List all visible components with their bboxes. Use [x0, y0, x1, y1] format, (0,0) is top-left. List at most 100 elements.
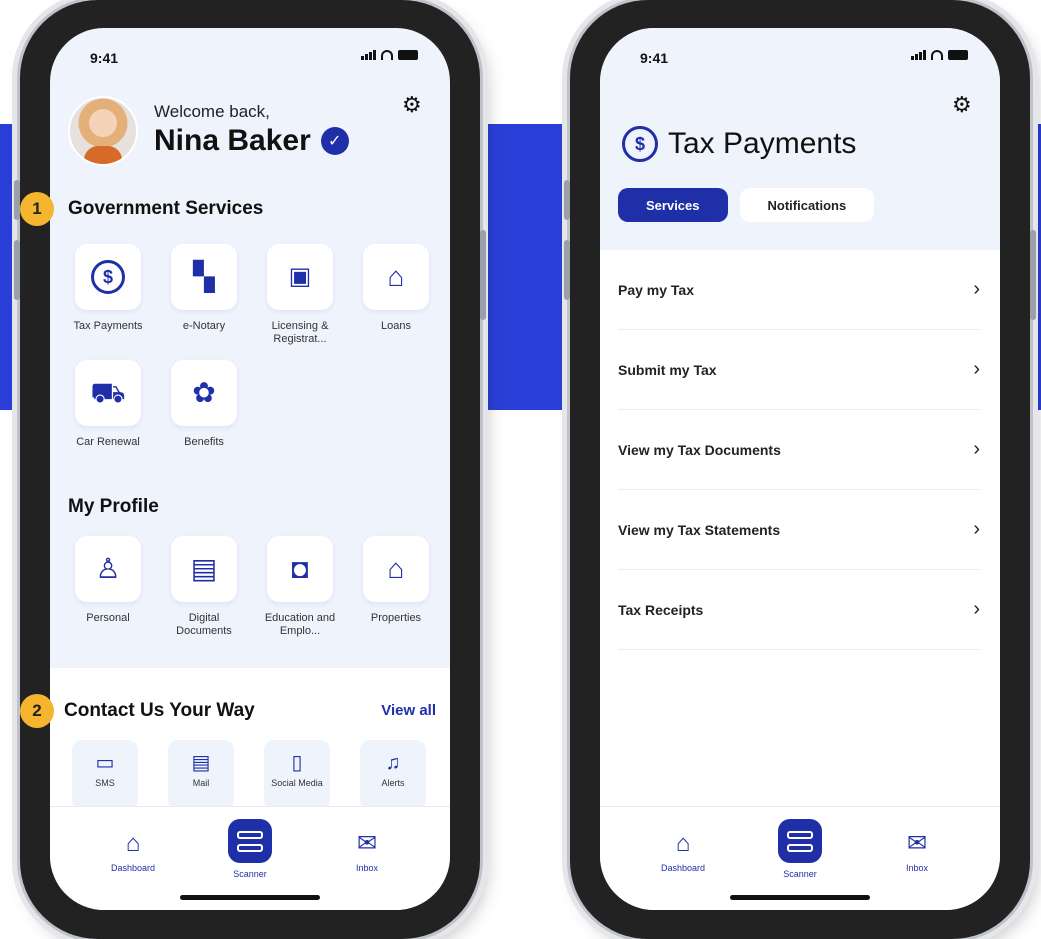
battery-icon: [948, 50, 968, 60]
service-label: Tax Payments: [73, 320, 143, 332]
contact-label: SMS: [95, 778, 115, 788]
signal-icon: [361, 50, 376, 60]
home-icon: ⌂: [125, 830, 141, 857]
nav-label: Scanner: [233, 869, 267, 879]
contact-title: Contact Us Your Way: [64, 700, 255, 721]
chevron-right-icon: ›: [973, 438, 980, 460]
nav-label: Inbox: [355, 863, 379, 873]
scanner-icon: [778, 819, 822, 863]
verified-badge-icon: ✓: [320, 127, 349, 155]
nav-label: Dashboard: [660, 863, 706, 873]
tax-payments-screen: 9:41 ⚙ $ Tax Payments Services Notificat…: [600, 28, 1000, 910]
view-all-link[interactable]: View all: [381, 702, 436, 719]
bank-icon: ⌂: [387, 261, 405, 292]
service-label: Car Renewal: [76, 436, 140, 448]
service-label: Licensing & Registrat...: [271, 320, 329, 345]
welcome-text: Welcome back,: [154, 102, 270, 121]
chevron-right-icon: ›: [973, 358, 980, 380]
profile-label: Personal: [86, 612, 130, 624]
status-time: 9:41: [90, 50, 119, 66]
nav-inbox[interactable]: ✉ Inbox: [872, 830, 962, 874]
profile-personal[interactable]: ♙ Personal: [60, 536, 156, 638]
contact-label: Mail: [192, 778, 210, 788]
profile-label: Digital Documents: [176, 612, 232, 637]
service-tax-payments[interactable]: $ Tax Payments: [60, 244, 156, 346]
list-item-submit-my-tax[interactable]: Submit my Tax ›: [618, 330, 980, 410]
car-icon: ⛟: [90, 377, 126, 408]
service-car-renewal[interactable]: ⛟ Car Renewal: [60, 360, 156, 449]
nav-dashboard[interactable]: ⌂ Dashboard: [88, 830, 178, 874]
profile-education[interactable]: ◘ Education and Emplo...: [252, 536, 348, 638]
profile-label: Education and Emplo...: [264, 612, 336, 637]
list-item-label: Submit my Tax: [618, 361, 717, 378]
dashboard-screen: 9:41 ⚙ Welcome back, Nina Baker ✓ Govern…: [50, 28, 450, 910]
home-indicator: [730, 895, 870, 900]
tab-services[interactable]: Services: [618, 188, 728, 222]
chevron-right-icon: ›: [973, 278, 980, 300]
contact-mail[interactable]: ▤ Mail: [168, 740, 234, 810]
profile-label: Properties: [370, 612, 422, 624]
contact-social-media[interactable]: ▯ Social Media: [264, 740, 330, 810]
service-label: Benefits: [184, 436, 224, 448]
award-ribbon-icon: ✿: [192, 377, 216, 408]
list-item-label: View my Tax Documents: [618, 441, 781, 458]
service-loans[interactable]: ⌂ Loans: [348, 244, 444, 346]
list-item-pay-my-tax[interactable]: Pay my Tax ›: [618, 250, 980, 330]
profile-digital-documents[interactable]: ▤ Digital Documents: [156, 536, 252, 638]
home-icon: ⌂: [675, 830, 691, 857]
phone-icon: ▯: [291, 752, 303, 774]
volume-button: [14, 240, 20, 300]
list-item-view-tax-documents[interactable]: View my Tax Documents ›: [618, 410, 980, 490]
volume-button: [564, 180, 570, 220]
chat-bubble-icon: ▭: [95, 752, 115, 774]
signal-icon: [911, 50, 926, 60]
callout-badge-1: 1: [20, 192, 54, 226]
home-indicator: [180, 895, 320, 900]
list-item-label: View my Tax Statements: [618, 521, 781, 538]
service-benefits[interactable]: ✿ Benefits: [156, 360, 252, 449]
list-item-tax-receipts[interactable]: Tax Receipts ›: [618, 570, 980, 650]
contact-label: Alerts: [381, 778, 405, 788]
battery-icon: [398, 50, 418, 60]
list-item-view-tax-statements[interactable]: View my Tax Statements ›: [618, 490, 980, 570]
nav-scanner[interactable]: Scanner: [205, 819, 295, 879]
briefcase-icon: ◘: [291, 553, 309, 584]
nav-label: Dashboard: [110, 863, 156, 873]
nav-dashboard[interactable]: ⌂ Dashboard: [638, 830, 728, 874]
profile-properties[interactable]: ⌂ Properties: [348, 536, 444, 638]
contact-grid: ▭ SMS ▤ Mail ▯ Social Media ♫ Alerts: [72, 740, 450, 810]
bell-icon: ♫: [385, 752, 401, 774]
settings-gear-icon[interactable]: ⚙: [402, 94, 424, 116]
settings-gear-icon[interactable]: ⚙: [952, 94, 974, 116]
envelope-icon: ✉: [356, 830, 378, 857]
service-e-notary[interactable]: ▚ e-Notary: [156, 244, 252, 346]
mail-card-icon: ▤: [191, 752, 211, 774]
contact-sms[interactable]: ▭ SMS: [72, 740, 138, 810]
service-licensing[interactable]: ▣ Licensing & Registrat...: [252, 244, 348, 346]
wifi-icon: [931, 50, 943, 60]
nav-inbox[interactable]: ✉ Inbox: [322, 830, 412, 874]
status-bar: 9:41: [50, 46, 450, 70]
person-icon: ♙: [95, 553, 121, 584]
avatar[interactable]: [68, 96, 138, 166]
nav-label: Inbox: [905, 863, 929, 873]
phone-dashboard: 9:41 ⚙ Welcome back, Nina Baker ✓ Govern…: [14, 0, 486, 939]
document-icon: ▤: [190, 553, 218, 584]
user-name-text: Nina Baker: [154, 124, 311, 157]
envelope-icon: ✉: [906, 830, 928, 857]
chevron-right-icon: ›: [973, 598, 980, 620]
tab-notifications[interactable]: Notifications: [739, 188, 875, 222]
wifi-icon: [381, 50, 393, 60]
dollar-circle-icon: $: [91, 260, 125, 294]
dollar-circle-icon: $: [622, 126, 658, 162]
contact-label: Social Media: [271, 778, 323, 788]
contact-alerts[interactable]: ♫ Alerts: [360, 740, 426, 810]
scanner-icon: [228, 819, 272, 863]
list-item-label: Pay my Tax: [618, 281, 695, 298]
nav-scanner[interactable]: Scanner: [755, 819, 845, 879]
page-title: $ Tax Payments: [622, 126, 856, 162]
power-button: [480, 230, 486, 320]
user-name: Nina Baker ✓: [154, 124, 349, 158]
volume-button: [564, 240, 570, 300]
id-card-icon: ▣: [288, 263, 312, 290]
